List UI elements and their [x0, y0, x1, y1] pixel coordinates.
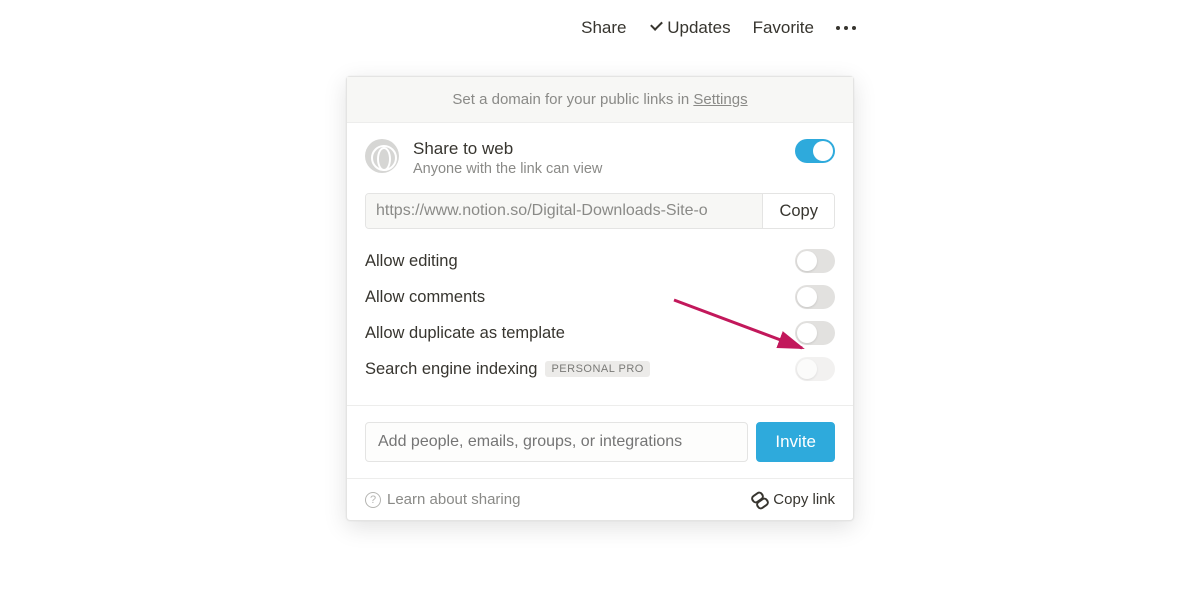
public-url-row: Copy	[365, 193, 835, 229]
more-menu-trigger[interactable]	[836, 26, 856, 30]
globe-icon	[365, 139, 399, 173]
page-topbar: Share Updates Favorite	[581, 18, 856, 38]
share-menu-trigger[interactable]: Share	[581, 18, 626, 38]
option-toggle-0[interactable]	[795, 249, 835, 273]
updates-menu-trigger[interactable]: Updates	[649, 18, 731, 38]
domain-banner-text: Set a domain for your public links in	[452, 91, 693, 108]
favorite-button[interactable]: Favorite	[753, 18, 814, 38]
option-label: Allow comments	[365, 288, 485, 307]
option-row-1: Allow comments	[365, 279, 835, 315]
option-row-0: Allow editing	[365, 243, 835, 279]
option-toggle-1[interactable]	[795, 285, 835, 309]
option-label: Allow editing	[365, 252, 458, 271]
copy-link-button[interactable]: Copy link	[751, 491, 835, 508]
learn-about-sharing-link[interactable]: Learn about sharing	[387, 491, 520, 508]
share-to-web-toggle[interactable]	[795, 139, 835, 163]
share-popover: Set a domain for your public links in Se…	[346, 76, 854, 521]
domain-banner-settings-link[interactable]: Settings	[693, 91, 747, 108]
option-row-2: Allow duplicate as template	[365, 315, 835, 351]
link-icon	[751, 492, 767, 508]
check-icon	[649, 19, 663, 33]
option-toggle-3	[795, 357, 835, 381]
option-label: Search engine indexing	[365, 360, 537, 379]
help-icon: ?	[365, 492, 381, 508]
invite-input[interactable]	[365, 422, 748, 462]
option-row-3: Search engine indexing PERSONAL PRO	[365, 351, 835, 387]
share-footer: ? Learn about sharing Copy link	[347, 478, 853, 520]
domain-banner: Set a domain for your public links in Se…	[347, 77, 853, 123]
public-url-input[interactable]	[366, 194, 762, 228]
option-toggle-2[interactable]	[795, 321, 835, 345]
option-label: Allow duplicate as template	[365, 324, 565, 343]
share-to-web-subtitle: Anyone with the link can view	[413, 161, 602, 177]
updates-label: Updates	[667, 18, 730, 37]
plan-badge: PERSONAL PRO	[545, 361, 649, 377]
share-to-web-title: Share to web	[413, 139, 602, 159]
invite-button[interactable]: Invite	[756, 422, 835, 462]
share-section: Share to web Anyone with the link can vi…	[347, 123, 853, 405]
invite-block: Invite	[347, 405, 853, 478]
copy-link-label: Copy link	[773, 491, 835, 508]
copy-url-button[interactable]: Copy	[762, 194, 834, 228]
share-to-web-row: Share to web Anyone with the link can vi…	[365, 139, 835, 177]
